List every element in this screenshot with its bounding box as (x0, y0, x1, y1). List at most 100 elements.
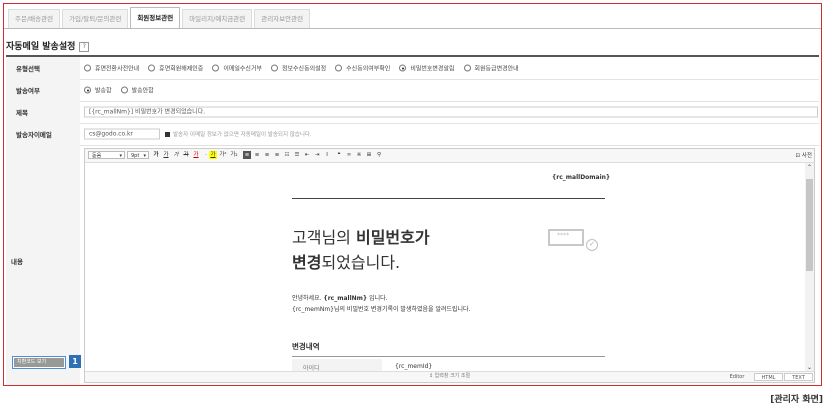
resize-handle[interactable]: ↕ 입력창 크기 조절 (85, 372, 814, 381)
font-size-select[interactable]: 9pt ▾ (127, 151, 149, 159)
row-sender: 발송자이메일 cs@godo.co.kr 발송자 이메일 정보가 없으면 자동메… (6, 123, 819, 146)
link-icon[interactable]: ∞ (345, 151, 353, 159)
underline-icon[interactable]: 가 (162, 151, 170, 159)
option-label: 회원등급변경안내 (474, 65, 519, 73)
tab-join-withdraw[interactable]: 가입/탈퇴/문의관련 (62, 9, 129, 28)
search-icon[interactable]: ⚲ (375, 151, 383, 159)
tab-admin-security[interactable]: 관리자보안관련 (254, 9, 311, 28)
placeholder-code-field: 치환코드 보기 (12, 356, 66, 369)
info-icon (165, 132, 170, 137)
italic-icon[interactable]: 가 (172, 151, 180, 159)
tab-bar: 주문/배송관련 가입/탈퇴/문의관련 회원정보관련 마일리지/예치금관련 관리자… (8, 7, 312, 29)
change-details-heading: 변경내역 (292, 342, 320, 351)
type-option-consent-setting[interactable]: 정보수신동의설정 (270, 64, 327, 73)
quote-icon[interactable]: ❝ (335, 151, 343, 159)
radio-selected-icon (84, 86, 91, 94)
editor-toolbar: 돋움 ▾ 9pt ▾ 가 가 가 가 가 · 가 가² 가₂ ≡ ≡ ≡ ≡ ☷ ☰ (85, 149, 814, 163)
tab-order-delivery[interactable]: 주문/배송관련 (8, 9, 61, 28)
dictionary-icon: ⊡ (795, 153, 801, 159)
section-title: 자동메일 발송설정? (6, 39, 90, 52)
greeting-name: {rc_mallNm} (323, 295, 368, 302)
tab-member-info[interactable]: 회원정보관련 (130, 7, 181, 29)
details-value: {rc_memId} (395, 363, 433, 370)
align-left-icon[interactable]: ≡ (243, 151, 251, 159)
option-label: 이메일수신거부 (223, 65, 262, 73)
subject-input[interactable]: [{rc_mallNm}] 비밀번호가 변경되었습니다. (84, 106, 818, 118)
scroll-thumb[interactable] (806, 179, 813, 271)
indent-icon[interactable]: ⇥ (313, 151, 321, 159)
highlight-icon[interactable]: 가 (209, 151, 217, 159)
send-label: 발송여부 (16, 87, 40, 95)
password-mask: **** (557, 232, 569, 239)
type-option-grade-change[interactable]: 회원등급변경안내 (463, 64, 519, 73)
sender-label: 발송자이메일 (16, 131, 52, 139)
headline-strong: 비밀번호가 (355, 228, 430, 247)
body-text: {rc_memNm}님의 비밀번호 변경기록이 발생하였음을 알려드립니다. (292, 306, 471, 313)
scroll-up-icon[interactable]: ⌃ (805, 163, 814, 172)
details-divider (292, 356, 605, 357)
table-icon[interactable]: ⊞ (365, 151, 373, 159)
radio-icon (84, 64, 91, 72)
font-size-value: 9pt (131, 153, 140, 159)
type-radio-group: 휴면전환사전안내 휴면회원해제인증 이메일수신거부 정보수신동의설정 수신동의여… (84, 64, 528, 73)
sender-hint-text: 발송자 이메일 정보가 없으면 자동메일이 발송되지 않습니다. (173, 132, 312, 138)
subject-label: 제목 (16, 109, 28, 117)
align-justify-icon[interactable]: ≡ (273, 151, 281, 159)
type-option-email-refuse[interactable]: 이메일수신거부 (212, 64, 262, 73)
bold-icon[interactable]: 가 (152, 151, 160, 159)
row-label-bg: 발송자이메일 (6, 123, 80, 145)
type-option-dormant-notice[interactable]: 휴면전환사전안내 (84, 64, 139, 73)
mode-tab-html[interactable]: HTML (754, 373, 783, 381)
rich-text-editor: 돋움 ▾ 9pt ▾ 가 가 가 가 가 · 가 가² 가₂ ≡ ≡ ≡ ≡ ☷ ☰ (84, 148, 815, 383)
align-right-icon[interactable]: ≡ (263, 151, 271, 159)
callout-badge: 1 (69, 355, 81, 368)
radio-icon (212, 64, 220, 72)
send-option-on[interactable]: 발송함 (84, 86, 112, 95)
mail-settings-form: 유형선택 휴면전환사전안내 휴면회원해제인증 이메일수신거부 정보수신동의설정 … (6, 55, 819, 385)
type-option-dormant-release[interactable]: 휴면회원해제인증 (148, 64, 203, 73)
numbered-list-icon[interactable]: ☷ (283, 151, 291, 159)
option-label: 발송함 (95, 87, 112, 95)
row-label-bg: 제목 (6, 101, 80, 123)
line-height-icon[interactable]: I (323, 151, 331, 159)
view-placeholder-code-button[interactable]: 치환코드 보기 (14, 358, 64, 367)
send-option-off[interactable]: 발송안함 (120, 86, 154, 95)
radio-icon (335, 64, 343, 72)
greeting-post: 입니다. (367, 295, 388, 302)
greeting-pre: 안녕하세요. (292, 295, 324, 302)
help-icon[interactable]: ? (79, 41, 90, 52)
sender-email-input[interactable]: cs@godo.co.kr (84, 128, 160, 140)
mode-tab-editor[interactable]: Editor (722, 373, 752, 381)
mall-domain-text: {rc_mallDomain} (552, 174, 611, 181)
chevron-down-icon: ▾ (143, 153, 146, 159)
editor-content[interactable]: {rc_mallDomain} 고객님의 비밀번호가 변경되었습니다. ****… (85, 163, 804, 372)
option-label: 휴면전환사전안내 (95, 65, 140, 73)
content-label: 내용 (11, 258, 23, 266)
bullet-list-icon[interactable]: ☰ (293, 151, 301, 159)
type-option-password-change[interactable]: 비밀번호변경알림 (399, 64, 455, 73)
align-center-icon[interactable]: ≡ (253, 151, 261, 159)
subscript-icon[interactable]: 가₂ (230, 151, 238, 159)
sender-hint: 발송자 이메일 정보가 없으면 자동메일이 발송되지 않습니다. (165, 130, 312, 138)
headline-part: 고객님의 (292, 228, 356, 247)
superscript-icon[interactable]: 가² (219, 151, 227, 159)
radio-icon (120, 86, 128, 94)
strikethrough-icon[interactable]: 가 (182, 151, 190, 159)
outdent-icon[interactable]: ⇤ (303, 151, 311, 159)
font-color-icon[interactable]: 가 (192, 151, 200, 159)
headline-part: 되었습니다. (321, 253, 401, 272)
header-divider (292, 198, 605, 199)
type-option-consent-check[interactable]: 수신동의여부확인 (335, 64, 390, 73)
mode-tab-text[interactable]: TEXT (784, 373, 813, 381)
send-radio-group: 발송함 발송안함 (84, 86, 163, 95)
row-content: 내용 돋움▾ 9pt▾ 가 가 가 가 가 · 가 가² 가₂ ≡ ≡ ≡ (6, 145, 819, 385)
font-family-select[interactable]: 돋움 ▾ (88, 151, 125, 159)
editor-scrollbar[interactable]: ⌃ ⌄ (805, 163, 814, 372)
special-char-icon[interactable]: ※ (355, 151, 363, 159)
font-family-value: 돋움 (92, 153, 102, 159)
tab-mileage-deposit[interactable]: 마일리지/예치금관련 (182, 9, 253, 28)
radio-icon (270, 64, 278, 72)
option-label: 정보수신동의설정 (281, 65, 327, 73)
dictionary-tool[interactable]: ⊡ 사전 (796, 151, 812, 159)
check-icon: ✓ (586, 239, 598, 251)
